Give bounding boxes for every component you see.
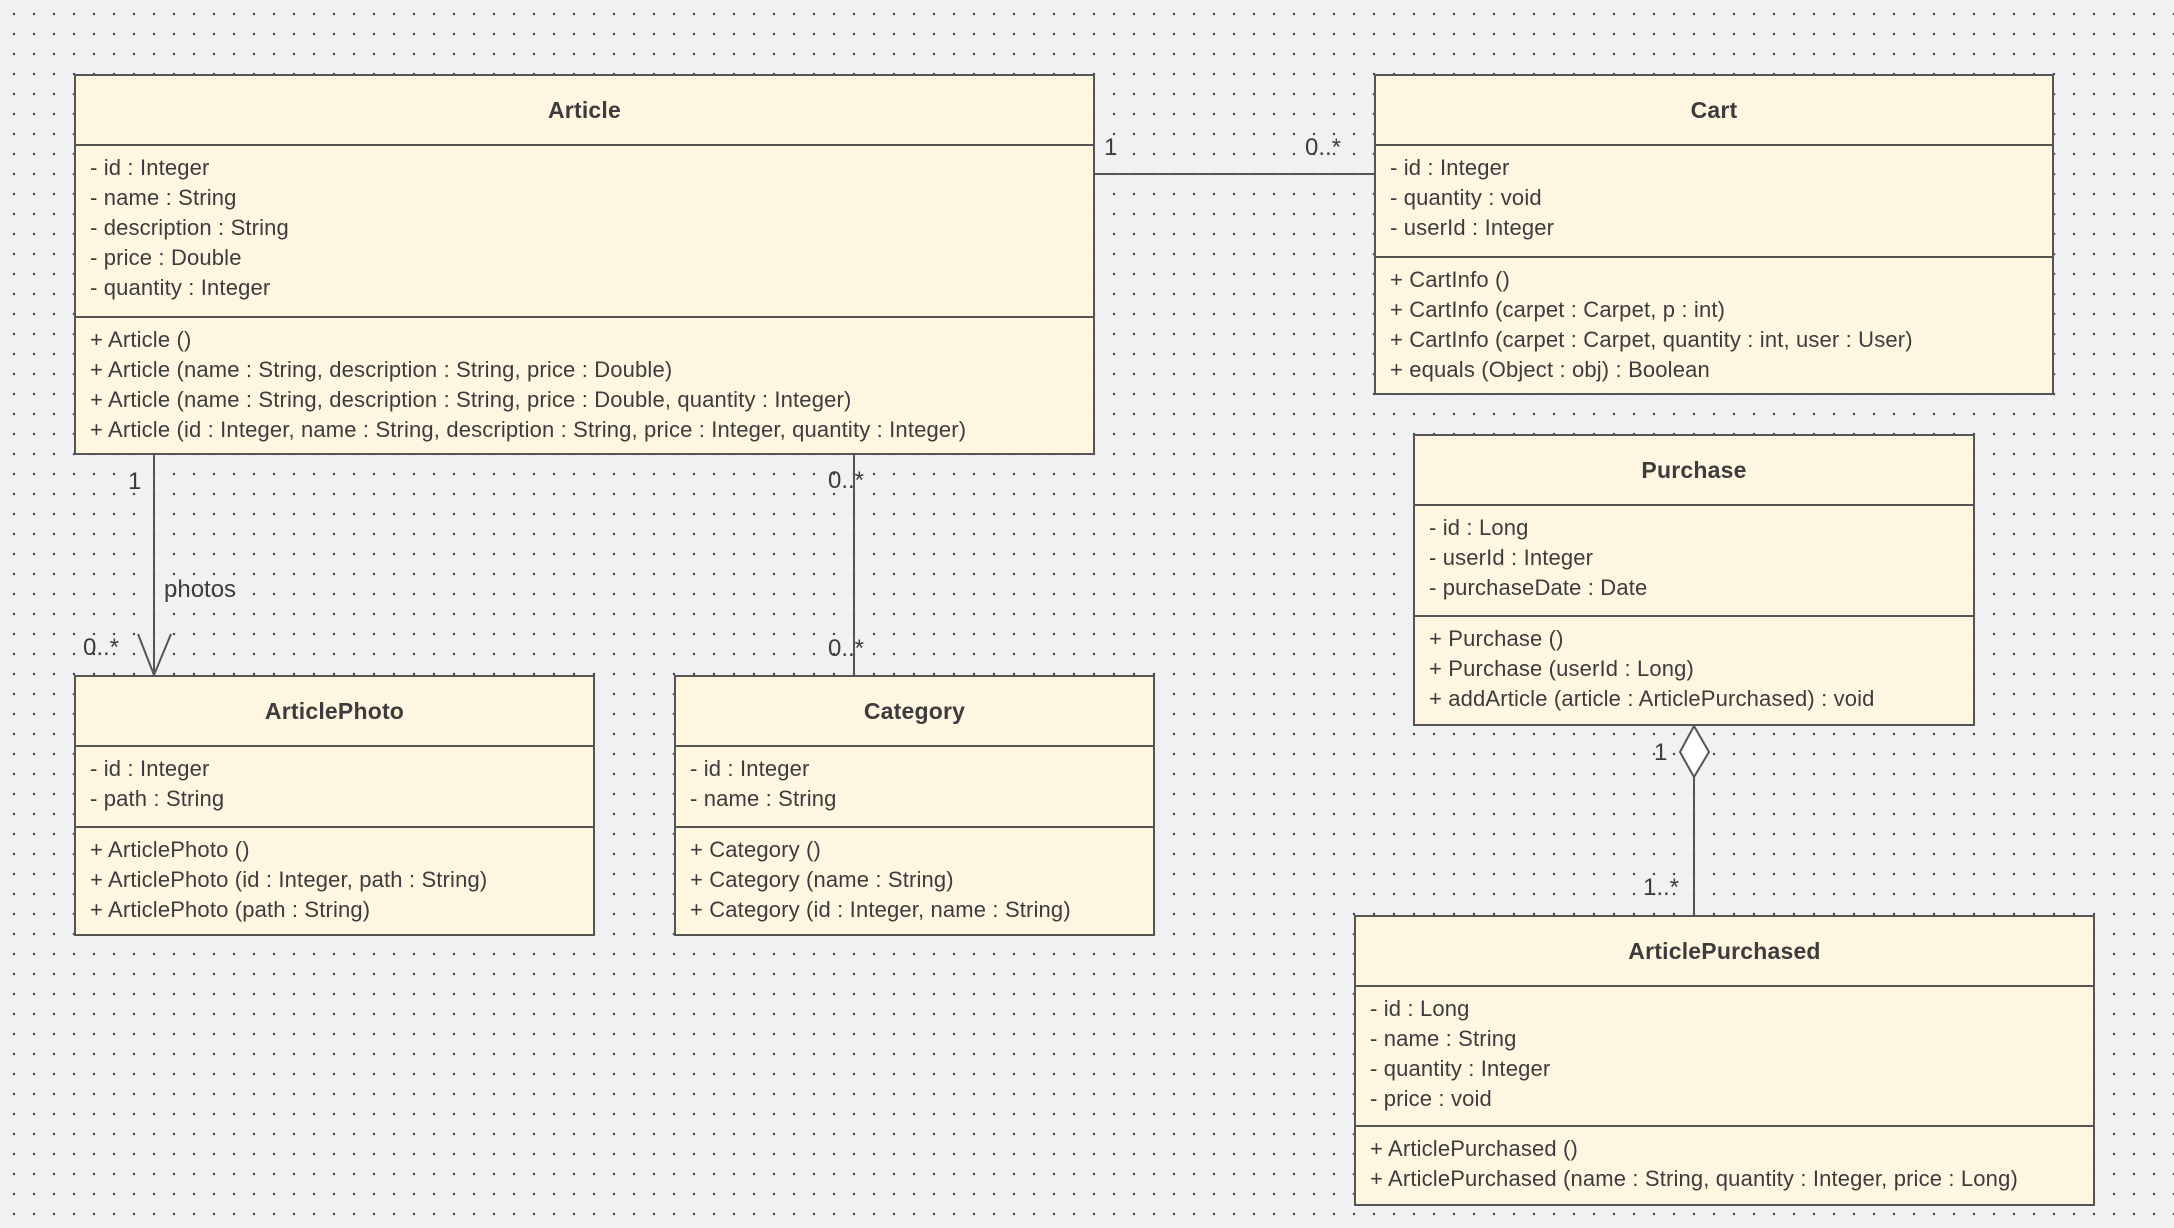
multiplicity-purchase-source: 1 (1654, 739, 1668, 766)
class-title: ArticlePhoto (76, 677, 593, 747)
method: + Article (id : Integer, name : String, … (90, 417, 967, 442)
attribute: - description : String (90, 215, 289, 240)
method: + Category (name : String) (690, 867, 954, 892)
attribute: - price : void (1370, 1086, 1492, 1111)
class-article-photo[interactable]: ArticlePhoto - id : Integer - path : Str… (74, 675, 595, 936)
method: + CartInfo () (1390, 267, 1510, 292)
methods-section: + Purchase () + Purchase (userId : Long)… (1415, 617, 1973, 714)
method: + CartInfo (carpet : Carpet, p : int) (1390, 297, 1726, 322)
attribute: - userId : Integer (1390, 215, 1555, 240)
method: + ArticlePhoto () (90, 837, 250, 862)
class-category[interactable]: Category - id : Integer - name : String … (674, 675, 1155, 936)
multiplicity-article-category-target: 0..* (828, 635, 865, 662)
attributes-section: - id : Integer - name : String - descrip… (76, 146, 1093, 318)
multiplicity-article-category-source: 0..* (828, 467, 865, 494)
attribute: - id : Long (1429, 515, 1529, 540)
methods-section: + CartInfo () + CartInfo (carpet : Carpe… (1376, 258, 2052, 385)
attributes-section: - id : Long - userId : Integer - purchas… (1415, 506, 1973, 617)
attribute: - quantity : Integer (1370, 1056, 1551, 1081)
multiplicity-articlepurchased-target: 1..* (1643, 874, 1680, 901)
class-purchase[interactable]: Purchase - id : Long - userId : Integer … (1413, 434, 1975, 726)
method: + Article (name : String, description : … (90, 387, 852, 412)
class-cart[interactable]: Cart - id : Integer - quantity : void - … (1374, 74, 2054, 395)
class-article-purchased[interactable]: ArticlePurchased - id : Long - name : St… (1354, 915, 2095, 1206)
attribute: - purchaseDate : Date (1429, 575, 1648, 600)
class-title: ArticlePurchased (1356, 917, 2093, 987)
method: + CartInfo (carpet : Carpet, quantity : … (1390, 327, 1913, 352)
diagram-canvas: Article - id : Integer - name : String -… (0, 0, 2174, 1228)
attribute: - path : String (90, 786, 225, 811)
method: + Purchase (userId : Long) (1429, 656, 1694, 681)
method: + Article () (90, 327, 192, 352)
multiplicity-article-photos-source: 1 (128, 468, 142, 495)
class-title: Cart (1376, 76, 2052, 146)
method: + ArticlePurchased (name : String, quant… (1370, 1166, 2018, 1191)
method: + addArticle (article : ArticlePurchased… (1429, 686, 1875, 711)
multiplicity-article-photos-target: 0..* (83, 634, 120, 661)
attributes-section: - id : Integer - name : String (676, 747, 1153, 828)
attribute: - price : Double (90, 245, 242, 270)
attributes-section: - id : Integer - quantity : void - userI… (1376, 146, 2052, 258)
aggregation-diamond-icon (1678, 723, 1711, 779)
attribute: - id : Integer (90, 756, 210, 781)
attribute: - quantity : Integer (90, 275, 271, 300)
attribute: - name : String (1370, 1026, 1517, 1051)
attributes-section: - id : Long - name : String - quantity :… (1356, 987, 2093, 1127)
method: + ArticlePhoto (id : Integer, path : Str… (90, 867, 488, 892)
attribute: - id : Long (1370, 996, 1470, 1021)
methods-section: + ArticlePhoto () + ArticlePhoto (id : I… (76, 828, 593, 925)
method: + Category (id : Integer, name : String) (690, 897, 1071, 922)
multiplicity-article-cart-target: 0..* (1305, 134, 1342, 161)
attribute: - id : Integer (90, 155, 210, 180)
multiplicity-article-cart-source: 1 (1104, 134, 1118, 161)
class-title: Category (676, 677, 1153, 747)
class-article[interactable]: Article - id : Integer - name : String -… (74, 74, 1095, 455)
attribute: - id : Integer (1390, 155, 1510, 180)
methods-section: + Article () + Article (name : String, d… (76, 318, 1093, 445)
attribute: - id : Integer (690, 756, 810, 781)
association-label-photos: photos (164, 576, 237, 603)
method: + equals (Object : obj) : Boolean (1390, 357, 1710, 382)
method: + Category () (690, 837, 821, 862)
attribute: - name : String (690, 786, 837, 811)
attribute: - userId : Integer (1429, 545, 1594, 570)
methods-section: + ArticlePurchased () + ArticlePurchased… (1356, 1127, 2093, 1194)
method: + ArticlePurchased () (1370, 1136, 1578, 1161)
methods-section: + Category () + Category (name : String)… (676, 828, 1153, 925)
method: + Article (name : String, description : … (90, 357, 673, 382)
method: + ArticlePhoto (path : String) (90, 897, 371, 922)
attribute: - quantity : void (1390, 185, 1542, 210)
method: + Purchase () (1429, 626, 1564, 651)
attributes-section: - id : Integer - path : String (76, 747, 593, 828)
attribute: - name : String (90, 185, 237, 210)
class-title: Purchase (1415, 436, 1973, 506)
class-title: Article (76, 76, 1093, 146)
